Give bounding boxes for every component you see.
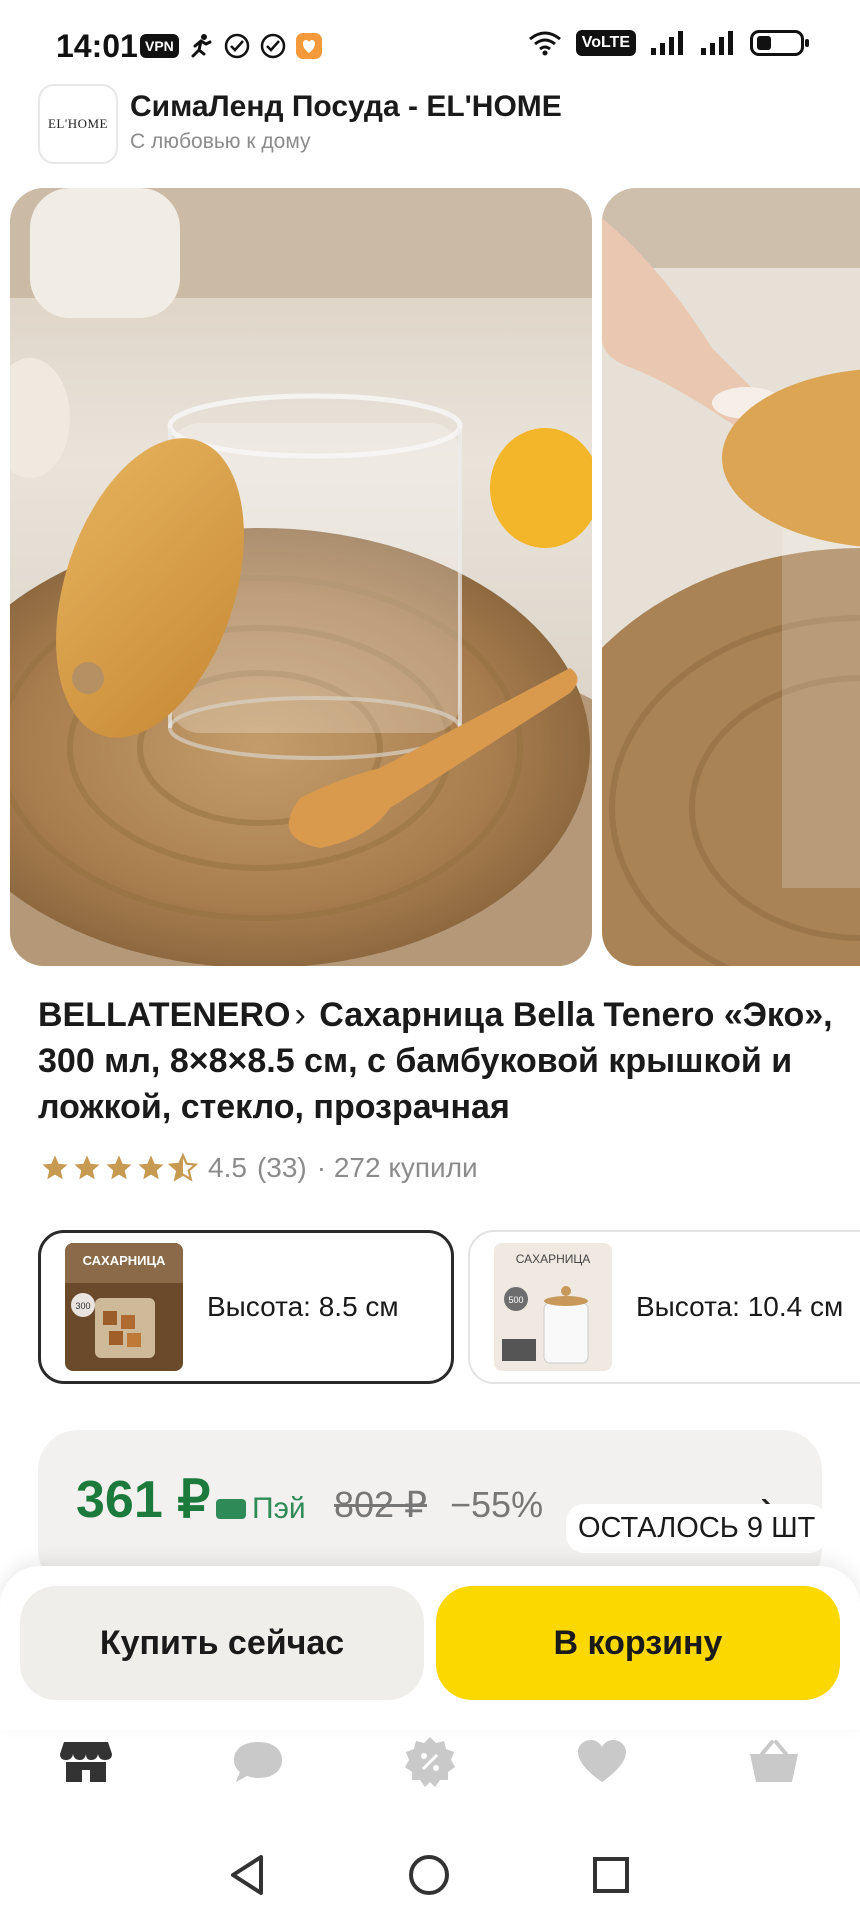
rating-row[interactable]: 4.5 (33) · 272 купили bbox=[40, 1152, 478, 1184]
heart-icon[interactable] bbox=[570, 1730, 634, 1794]
discount-badge: −55% bbox=[450, 1484, 544, 1525]
product-photo-next[interactable] bbox=[602, 188, 860, 966]
check-circle-icon bbox=[260, 33, 286, 59]
signal-icon bbox=[651, 31, 683, 55]
pay-label: Пэй bbox=[252, 1492, 306, 1525]
signal-icon bbox=[701, 31, 733, 55]
battery-icon bbox=[750, 30, 809, 56]
variant-thumbnail: САХАРНИЦА 300 bbox=[65, 1243, 183, 1371]
star-icon bbox=[74, 1155, 100, 1180]
variant-label: Высота: 8.5 см bbox=[207, 1291, 399, 1322]
variant-option-selected[interactable]: САХАРНИЦА 300 Высота: 8.5 см bbox=[38, 1230, 454, 1384]
card-icon bbox=[216, 1499, 246, 1519]
thumb-label: САХАРНИЦА bbox=[516, 1252, 591, 1266]
thumb-volume: 300 bbox=[75, 1301, 90, 1311]
heart-app-icon bbox=[295, 33, 322, 59]
rating-value: 4.5 bbox=[208, 1152, 247, 1183]
check-circle-icon bbox=[224, 33, 250, 59]
stock-badge: ОСТАЛОСЬ 9 ШТ bbox=[566, 1504, 828, 1553]
shop-title[interactable]: СимаЛенд Посуда - EL'HOME bbox=[130, 90, 562, 124]
system-navigation bbox=[0, 1840, 860, 1920]
recent-apps-icon[interactable] bbox=[586, 1850, 636, 1900]
home-icon[interactable] bbox=[404, 1850, 454, 1900]
buy-now-button[interactable]: Купить сейчас bbox=[20, 1586, 424, 1700]
chat-icon[interactable] bbox=[226, 1730, 290, 1794]
variant-thumbnail: САХАРНИЦА 500 bbox=[494, 1243, 612, 1371]
shop-logo[interactable]: EL'HOME bbox=[38, 84, 118, 164]
star-icon bbox=[42, 1155, 68, 1180]
basket-icon[interactable] bbox=[742, 1730, 806, 1794]
back-icon[interactable] bbox=[222, 1850, 272, 1900]
discount-icon[interactable] bbox=[398, 1730, 462, 1794]
status-right-icons: VoLTE bbox=[528, 30, 809, 56]
chevron-right-icon[interactable]: › bbox=[294, 996, 305, 1034]
variant-option[interactable]: САХАРНИЦА 500 Высота: 10.4 см bbox=[468, 1230, 860, 1384]
old-price: 802 ₽ bbox=[334, 1484, 427, 1525]
product-gallery[interactable] bbox=[0, 188, 860, 966]
thumb-label: САХАРНИЦА bbox=[83, 1253, 166, 1268]
thumb-volume: 500 bbox=[508, 1295, 523, 1305]
pay-price: Пэй bbox=[216, 1492, 306, 1526]
shop-subtitle: С любовью к дому bbox=[130, 130, 311, 153]
wifi-icon bbox=[528, 31, 561, 56]
rating-stars bbox=[40, 1153, 198, 1183]
review-count: (33) bbox=[256, 1152, 307, 1183]
status-time: 14:01 bbox=[56, 28, 138, 64]
product-photo[interactable] bbox=[10, 188, 592, 966]
store-icon[interactable] bbox=[54, 1730, 118, 1794]
variant-label: Высота: 10.4 см bbox=[636, 1291, 844, 1322]
volte-icon: VoLTE bbox=[575, 30, 636, 56]
star-icon bbox=[106, 1155, 132, 1180]
vpn-icon: VPN bbox=[140, 34, 179, 58]
brand-link[interactable]: BELLATENERO bbox=[38, 996, 290, 1034]
bought-count: · 272 купили bbox=[316, 1152, 478, 1183]
half-star-icon bbox=[168, 1153, 198, 1182]
current-price: 361 ₽ bbox=[76, 1471, 211, 1529]
product-title: BELLATENERO › Сахарница Bella Tenero «Эко… bbox=[38, 992, 838, 1130]
add-to-cart-button[interactable]: В корзину bbox=[436, 1586, 840, 1700]
running-person-icon bbox=[191, 34, 212, 58]
status-left-icons: VPN bbox=[140, 32, 323, 60]
star-icon bbox=[138, 1155, 164, 1180]
status-bar: 14:01 VPN VoLTE bbox=[0, 0, 860, 96]
bottom-nav bbox=[0, 1730, 860, 1798]
